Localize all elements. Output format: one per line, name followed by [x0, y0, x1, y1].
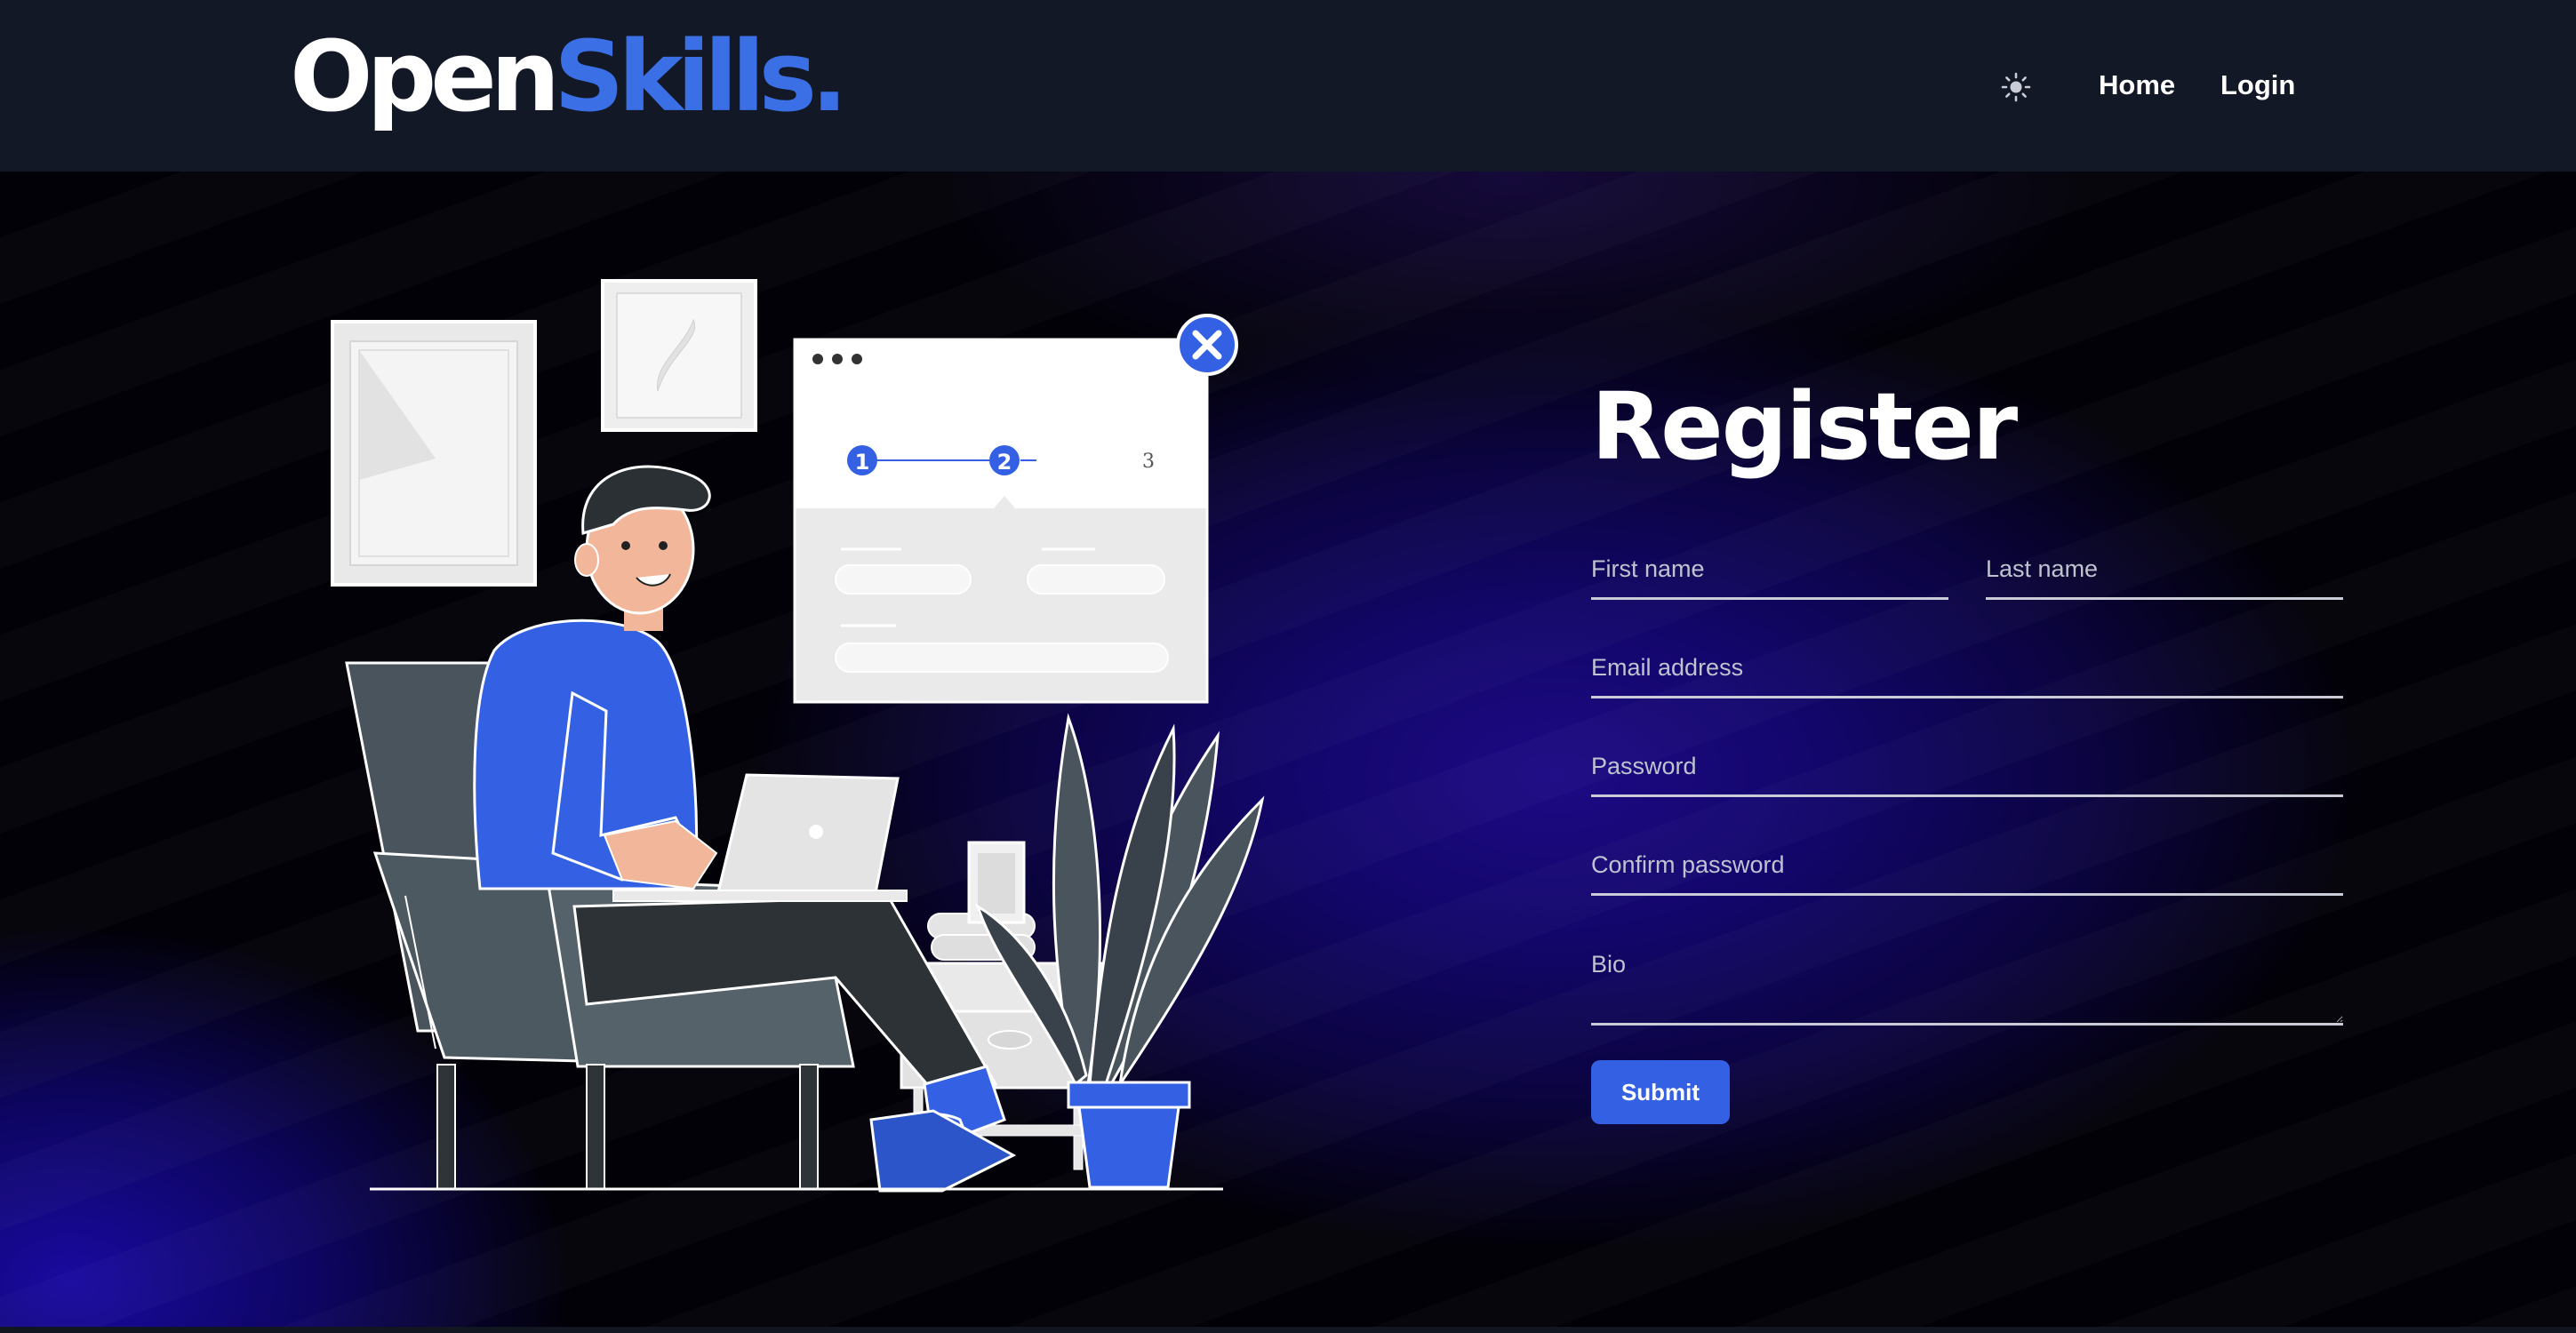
- nav-login-link[interactable]: Login: [2220, 68, 2295, 103]
- brand-logo-open: Open: [290, 20, 560, 133]
- stepper-window: 1 2 3: [793, 338, 1209, 704]
- confirm-password-input[interactable]: [1591, 847, 2343, 896]
- potted-plant: [975, 713, 1265, 1189]
- brand-logo-skills: Skills: [554, 20, 817, 133]
- first-name-input[interactable]: [1591, 551, 1948, 600]
- step-1-label: 1: [855, 450, 870, 475]
- navbar: OpenSkills. Home Login: [0, 0, 2576, 172]
- password-input[interactable]: [1591, 748, 2343, 797]
- brand-logo[interactable]: OpenSkills.: [290, 20, 848, 133]
- theme-toggle-button[interactable]: [2000, 71, 2032, 103]
- step-2-label: 2: [997, 450, 1012, 475]
- picture-frame-small: [601, 279, 757, 432]
- submit-button[interactable]: Submit: [1591, 1060, 1730, 1124]
- bio-textarea[interactable]: [1591, 946, 2343, 1026]
- last-name-input[interactable]: [1986, 551, 2343, 600]
- step-3-label: 3: [1142, 451, 1155, 473]
- nav-home-link[interactable]: Home: [2099, 68, 2175, 103]
- register-title: Register: [1591, 372, 2018, 481]
- close-icon: [1176, 314, 1238, 376]
- brand-logo-dot: .: [811, 20, 848, 133]
- sun-icon: [2001, 72, 2031, 102]
- register-illustration: 1 2 3: [331, 279, 1265, 1193]
- picture-frame-left: [331, 320, 537, 587]
- footer-strip: [0, 1327, 2576, 1333]
- email-input[interactable]: [1591, 650, 2343, 698]
